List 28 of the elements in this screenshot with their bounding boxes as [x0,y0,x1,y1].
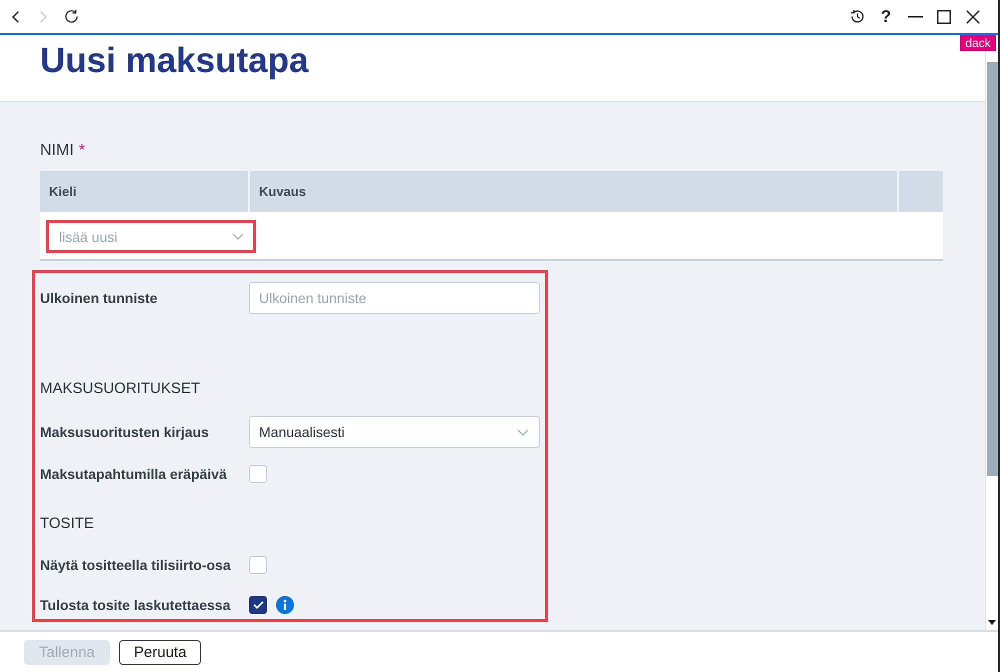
chevron-down-icon [232,233,244,240]
section-label: NIMI [40,142,74,160]
field-label: Näytä tositteella tilisiirto-osa [40,557,232,573]
chevron-down-icon [517,428,529,436]
history-icon[interactable] [850,9,864,24]
minimize-icon[interactable] [908,16,922,18]
input-field[interactable]: Ulkoinen tunniste [249,282,540,314]
scroll-down-icon[interactable] [988,620,996,625]
section-heading: TOSITE [40,514,94,534]
close-icon[interactable] [966,10,980,24]
field-label: Tulosta tosite laskutettaessa [40,597,232,613]
refresh-icon[interactable] [64,9,78,24]
cancel-button[interactable]: Peruuta [118,640,202,665]
maximize-icon[interactable] [937,10,951,24]
field-label: Ulkoinen tunniste [40,290,158,306]
section-heading: MAKSUSUORITUKSET [40,379,200,399]
info-icon[interactable] [276,596,294,614]
checkmark-icon [252,601,264,609]
help-button[interactable]: ? [880,6,892,26]
required-mark: * [78,142,86,160]
checkbox[interactable] [249,596,267,614]
field-label: Maksusuoritusten kirjaus [40,424,210,440]
chevron-left-icon[interactable] [12,10,18,22]
field-label: Maksutapahtumilla eräpäivä [40,466,228,482]
page-title: Uusi maksutapa [40,40,308,82]
dropdown[interactable]: Manuaalisesti [249,416,540,448]
scrollbar-thumb[interactable] [987,62,998,476]
environment-badge: dack [960,35,996,51]
